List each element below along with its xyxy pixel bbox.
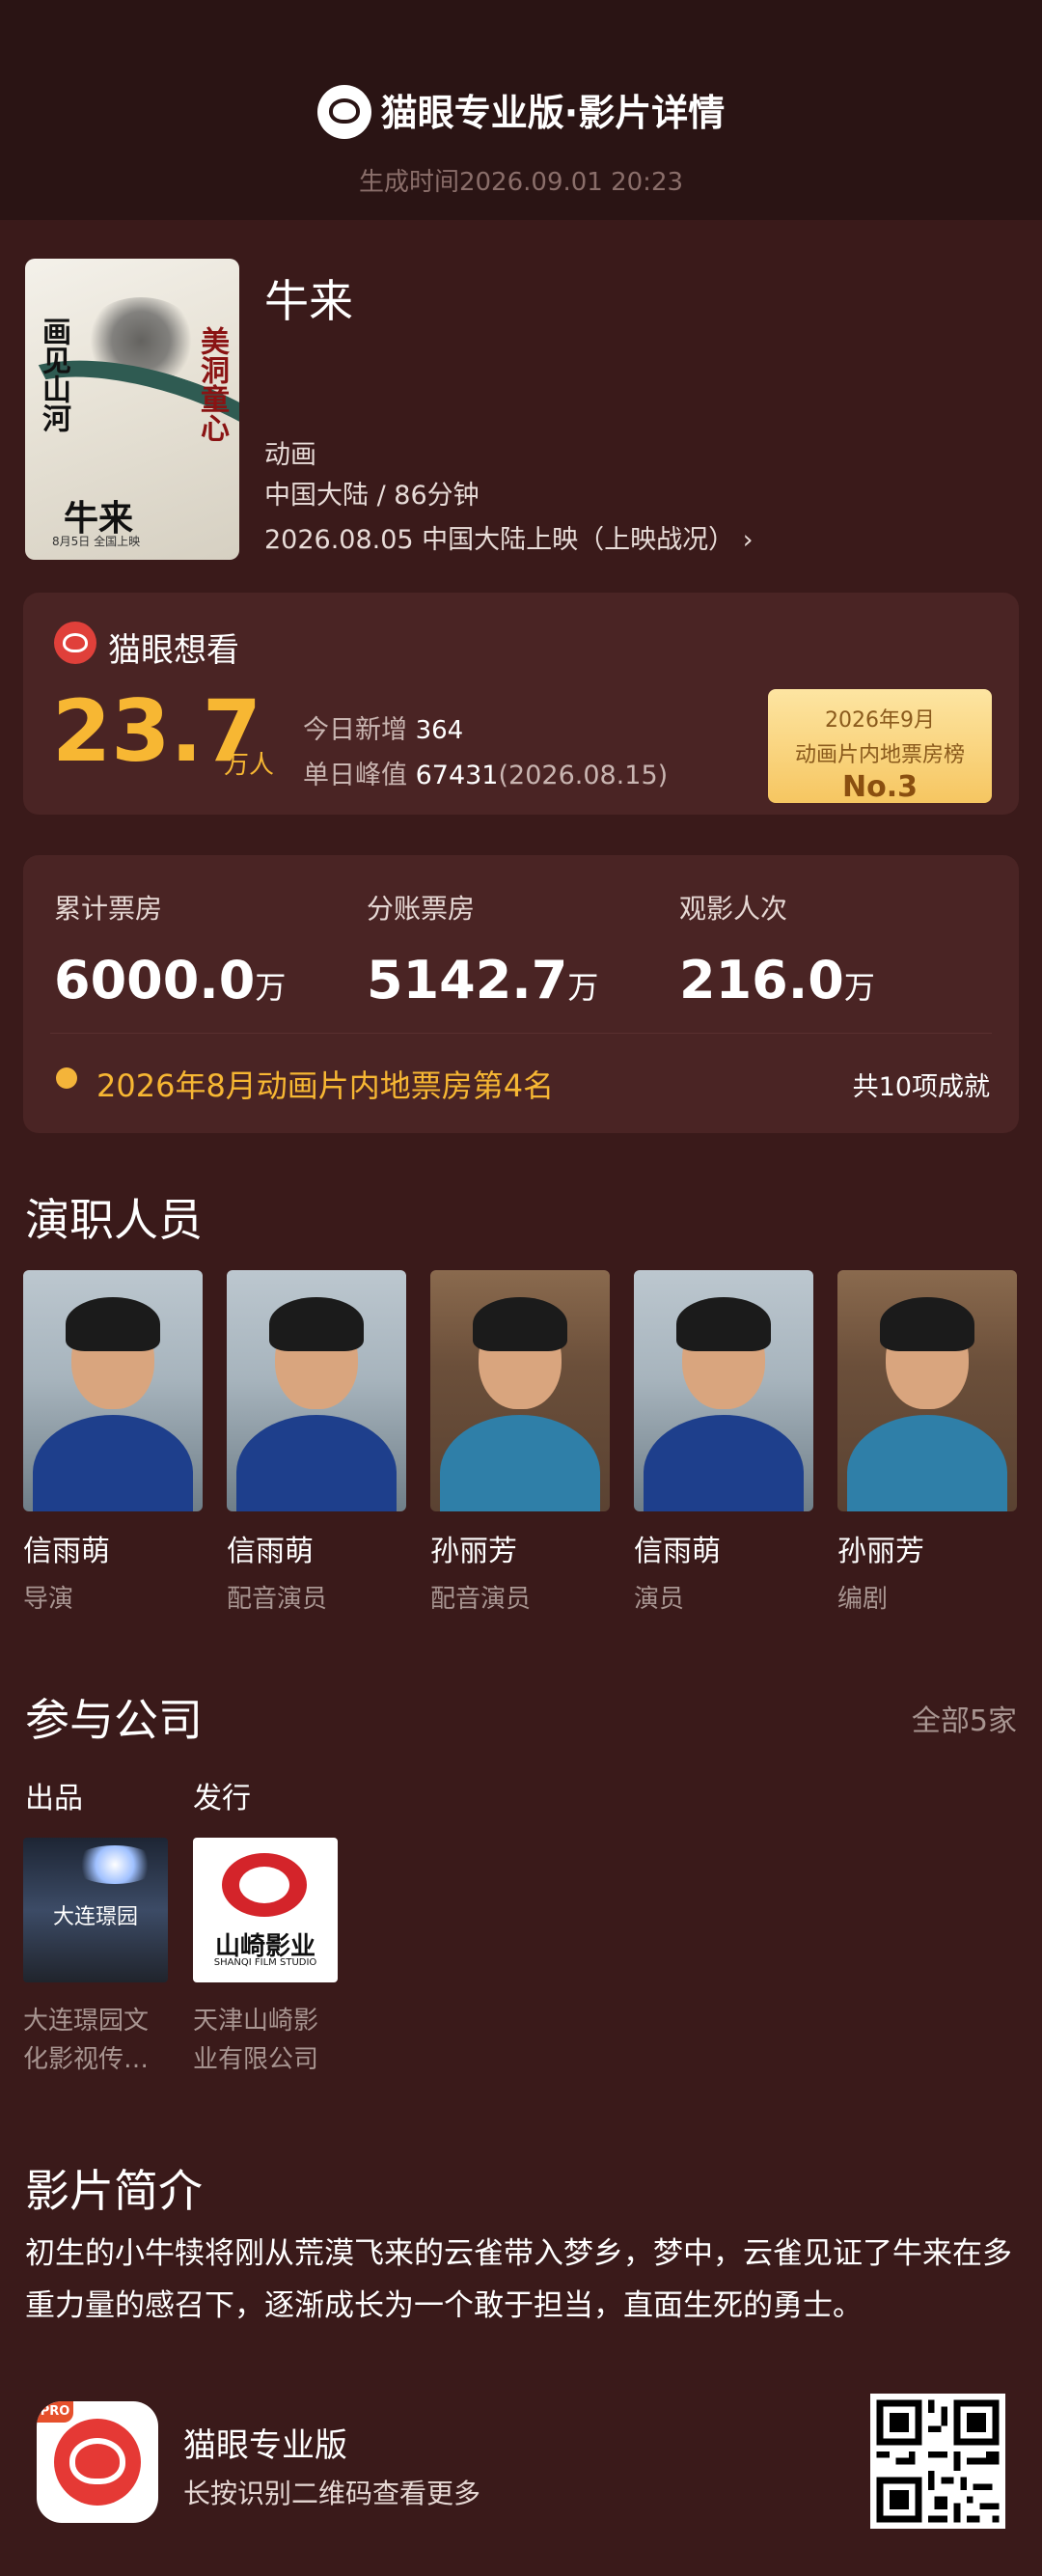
company-logo: 山崎影业 SHANQI FILM STUDIO (193, 1838, 338, 1982)
poster-text-left: 画见山河 (37, 317, 70, 432)
company-logo-text: 大连璟园 (52, 1905, 138, 1929)
chevron-right-icon: › (742, 525, 754, 555)
qr-hint: 长按识别二维码查看更多 (183, 2478, 481, 2509)
release-link[interactable]: 2026.08.05 中国大陆上映（上映战况） › (264, 518, 754, 556)
peak-value: 67431 (415, 761, 499, 790)
achievements-total-link[interactable]: 共10项成就 (853, 1066, 990, 1103)
cast-photo (430, 1270, 610, 1511)
boxoffice-value: 5142.7万 (367, 950, 599, 1011)
cast-name: 信雨萌 (634, 1535, 721, 1568)
movie-genre: 动画 (264, 440, 316, 470)
boxoffice-value: 216.0万 (679, 950, 875, 1011)
cast-role: 演员 (634, 1585, 685, 1614)
distribute-label: 发行 (193, 1782, 251, 1815)
cast-name: 孙丽芳 (430, 1535, 517, 1568)
cast-member[interactable]: 信雨萌 导演 (23, 1270, 203, 1615)
companies-section-title: 参与公司 (25, 1694, 203, 1746)
cast-section-title: 演职人员 (25, 1194, 203, 1246)
boxoffice-total: 累计票房 6000.0万 (54, 888, 286, 1011)
footer: PRO 猫眼专业版 长按识别二维码查看更多 (0, 2374, 1042, 2576)
want-label: 猫眼想看 (108, 631, 239, 670)
boxoffice-label: 观影人次 (679, 893, 788, 925)
cast-role: 配音演员 (227, 1585, 328, 1614)
app-logo-icon: PRO (37, 2401, 158, 2523)
poster-text-right: 美洞童心 (195, 326, 229, 442)
cast-role: 编剧 (837, 1585, 889, 1614)
cast-member[interactable]: 信雨萌 配音演员 (227, 1270, 406, 1615)
cast-photo (23, 1270, 203, 1511)
divider (50, 1033, 992, 1034)
boxoffice-label: 累计票房 (54, 893, 163, 925)
pro-badge: PRO (37, 2401, 73, 2423)
peak-date: (2026.08.15) (498, 761, 669, 790)
rank-list-name: 动画片内地票房榜 (794, 743, 965, 767)
cast-member[interactable]: 信雨萌 演员 (634, 1270, 813, 1615)
rank-badge[interactable]: 2026年9月 动画片内地票房榜 No.3 (768, 689, 992, 804)
intro-section-title: 影片简介 (25, 2165, 203, 2217)
movie-region-duration: 中国大陆 / 86分钟 (264, 481, 480, 511)
movie-title: 牛来 (264, 275, 353, 327)
want-card: 猫眼想看 23.7 万人 今日新增 364 单日峰值 67431(2026.08… (23, 593, 1019, 815)
rank-number: No.3 (842, 770, 918, 804)
peak-label: 单日峰值 (303, 761, 407, 790)
brand-name: 猫眼专业版 (380, 92, 564, 134)
want-unit: 万人 (224, 751, 275, 780)
company-logo-subtext: SHANQI FILM STUDIO (213, 1957, 317, 1968)
boxoffice-split: 分账票房 5142.7万 (367, 888, 598, 1011)
company-producer[interactable]: 大连璟园 大连璟园文 化影视传… (23, 1838, 168, 2079)
today-new: 今日新增 364 (303, 708, 463, 746)
cast-photo (634, 1270, 813, 1511)
cast-name: 信雨萌 (23, 1535, 110, 1568)
cast-role: 配音演员 (430, 1585, 532, 1614)
company-name: 天津山崎影 业有限公司 (193, 2007, 319, 2074)
boxoffice-label: 分账票房 (367, 893, 476, 925)
app-name: 猫眼专业版 (183, 2426, 347, 2465)
maoyan-logo-icon (54, 622, 96, 664)
medal-icon (56, 1067, 77, 1089)
poster-date: 8月5日 全国上映 (52, 535, 141, 548)
boxoffice-card: 累计票房 6000.0万 分账票房 5142.7万 观影人次 216.0万 20… (23, 855, 1019, 1133)
header: 猫眼专业版·影片详情 生成时间2026.09.01 20:23 (0, 0, 1042, 220)
company-distributor[interactable]: 山崎影业 SHANQI FILM STUDIO 天津山崎影 业有限公司 (193, 1838, 338, 2079)
maoyan-cat-icon (316, 84, 371, 139)
today-value: 364 (415, 716, 464, 745)
company-name: 大连璟园文 化影视传… (23, 2007, 150, 2074)
boxoffice-value: 6000.0万 (54, 950, 287, 1011)
daily-peak: 单日峰值 67431(2026.08.15) (303, 754, 668, 791)
cast-member[interactable]: 孙丽芳 配音演员 (430, 1270, 610, 1615)
header-brand: 猫眼专业版·影片详情 (0, 83, 1042, 143)
cast-photo (227, 1270, 406, 1511)
achievement-text[interactable]: 2026年8月动画片内地票房第4名 (96, 1062, 554, 1106)
qr-code[interactable] (870, 2394, 1005, 2529)
cast-photo (837, 1270, 1017, 1511)
release-text: 2026.08.05 中国大陆上映（上映战况） (264, 525, 735, 555)
rank-month: 2026年9月 (825, 708, 935, 733)
cast-role: 导演 (23, 1585, 74, 1614)
intro-text: 初生的小牛犊将刚从荒漠飞来的云雀带入梦乡，梦中，云雀见证了牛来在多重力量的感召下… (25, 2236, 1012, 2323)
cast-name: 孙丽芳 (837, 1535, 924, 1568)
movie-poster[interactable]: 画见山河 美洞童心 牛来 8月5日 全国上映 (25, 259, 239, 560)
cast-member[interactable]: 孙丽芳 编剧 (837, 1270, 1017, 1615)
cast-name: 信雨萌 (227, 1535, 314, 1568)
boxoffice-audience: 观影人次 216.0万 (679, 888, 875, 1011)
today-label: 今日新增 (303, 715, 407, 745)
page-name: ·影片详情 (563, 92, 726, 134)
companies-all-link[interactable]: 全部5家 (912, 1697, 1017, 1739)
company-logo: 大连璟园 (23, 1838, 168, 1982)
produce-label: 出品 (25, 1782, 83, 1815)
generated-time: 生成时间2026.09.01 20:23 (358, 168, 684, 197)
